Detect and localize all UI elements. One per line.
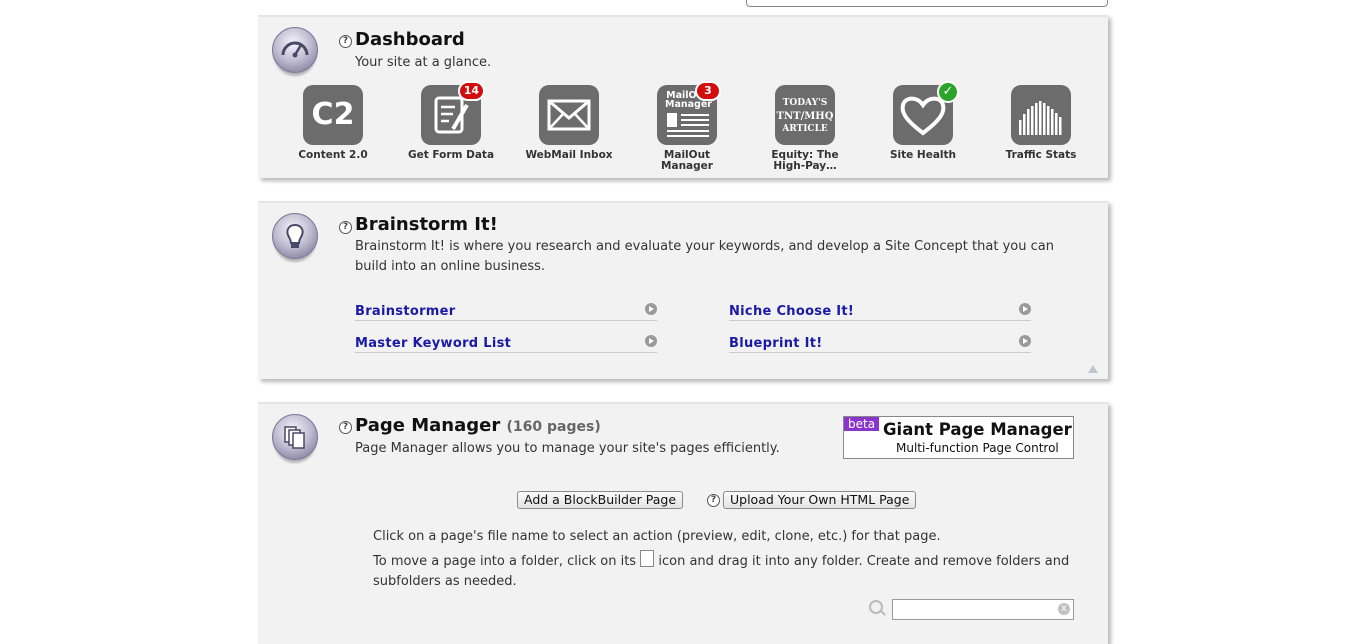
help-icon[interactable]: ?: [339, 221, 352, 234]
clear-search-icon[interactable]: x: [1058, 603, 1070, 615]
link-niche-choose-it[interactable]: Niche Choose It!: [729, 300, 1031, 321]
instructions-text: Click on a page's file name to select an…: [373, 529, 941, 544]
app-get-form-data[interactable]: 14 Get Form Data: [403, 81, 499, 161]
app-label: Equity: The High-Pay…: [771, 149, 839, 172]
add-blockbuilder-page-button[interactable]: Add a BlockBuilder Page: [517, 491, 684, 509]
help-icon[interactable]: ?: [707, 494, 720, 507]
heart-icon: ✓: [893, 81, 959, 145]
link-label[interactable]: Niche Choose It!: [729, 304, 854, 319]
gauge-icon: [272, 27, 318, 73]
check-icon: ✓: [937, 81, 959, 103]
search-icon: [869, 600, 883, 614]
giant-page-manager-title: Giant Page Manager: [883, 420, 1072, 439]
form-icon: 14: [421, 81, 485, 145]
giant-page-manager-button[interactable]: beta Giant Page Manager Multi-function P…: [843, 416, 1074, 459]
dashboard-panel: ? Dashboard Your site at a glance. C2 Co…: [258, 15, 1108, 178]
app-label: Traffic Stats: [1005, 149, 1077, 161]
arrow-right-icon: [1019, 335, 1031, 347]
app-traffic-stats[interactable]: Traffic Stats: [993, 85, 1089, 161]
help-icon[interactable]: ?: [339, 421, 352, 434]
newsletter-icon: MailOut Manager 3: [657, 81, 721, 145]
page-count: (160 pages): [506, 419, 601, 435]
article-icon: TODAY'S TNT/MHQ ARTICLE: [775, 85, 835, 145]
pages-icon: [272, 414, 318, 460]
page-manager-title-text: Page Manager: [355, 415, 501, 436]
envelope-icon: [539, 85, 599, 145]
link-label[interactable]: Blueprint It!: [729, 336, 822, 351]
lightbulb-icon: [272, 213, 318, 259]
c2-icon: C2: [303, 85, 363, 145]
brainstorm-panel: ? Brainstorm It! Brainstorm It! is where…: [258, 201, 1108, 379]
page-file-icon: [640, 550, 655, 567]
app-webmail-inbox[interactable]: WebMail Inbox: [521, 85, 617, 161]
beta-badge: beta: [844, 417, 880, 431]
upload-html-page-button[interactable]: Upload Your Own HTML Page: [723, 491, 917, 509]
dashboard-title: Dashboard: [355, 29, 465, 50]
link-blueprint-it[interactable]: Blueprint It!: [729, 332, 1031, 353]
page-manager-title: Page Manager (160 pages): [355, 415, 601, 436]
notification-badge: 3: [695, 81, 721, 101]
link-master-keyword-list[interactable]: Master Keyword List: [355, 332, 657, 353]
app-label: Site Health: [889, 149, 957, 161]
collapse-up-icon[interactable]: [1088, 365, 1098, 373]
page-search-input[interactable]: x: [892, 599, 1074, 620]
app-site-health[interactable]: ✓ Site Health: [875, 81, 971, 161]
help-icon[interactable]: ?: [339, 35, 352, 48]
link-brainstormer[interactable]: Brainstormer: [355, 300, 657, 321]
app-mailout-manager[interactable]: MailOut Manager 3 MailOut Manager: [639, 81, 735, 172]
page-manager-panel: ? Page Manager (160 pages) Page Manager …: [258, 402, 1108, 644]
top-input-box[interactable]: [746, 0, 1108, 7]
notification-badge: 14: [457, 81, 485, 101]
instructions-text-2: To move a page into a folder, click on i…: [373, 550, 1073, 592]
app-label: Get Form Data: [407, 149, 495, 161]
app-equity-article[interactable]: TODAY'S TNT/MHQ ARTICLE Equity: The High…: [757, 85, 853, 172]
arrow-right-icon: [645, 303, 657, 315]
arrow-right-icon: [645, 335, 657, 347]
app-label: MailOut Manager: [661, 149, 713, 172]
bars-icon: [1011, 85, 1071, 145]
dashboard-subtitle: Your site at a glance.: [355, 55, 492, 70]
brainstorm-title: Brainstorm It!: [355, 214, 498, 235]
instructions-text-part: To move a page into a folder, click on i…: [373, 554, 637, 569]
page-manager-subtitle: Page Manager allows you to manage your s…: [355, 441, 780, 456]
app-content-2[interactable]: C2 Content 2.0: [285, 85, 381, 161]
app-label: Content 2.0: [298, 149, 368, 161]
link-label[interactable]: Master Keyword List: [355, 336, 511, 351]
arrow-right-icon: [1019, 303, 1031, 315]
brainstorm-description: Brainstorm It! is where you research and…: [355, 239, 1054, 274]
link-label[interactable]: Brainstormer: [355, 304, 455, 319]
app-label: WebMail Inbox: [525, 149, 613, 161]
giant-page-manager-subtitle: Multi-function Page Control: [896, 441, 1059, 455]
